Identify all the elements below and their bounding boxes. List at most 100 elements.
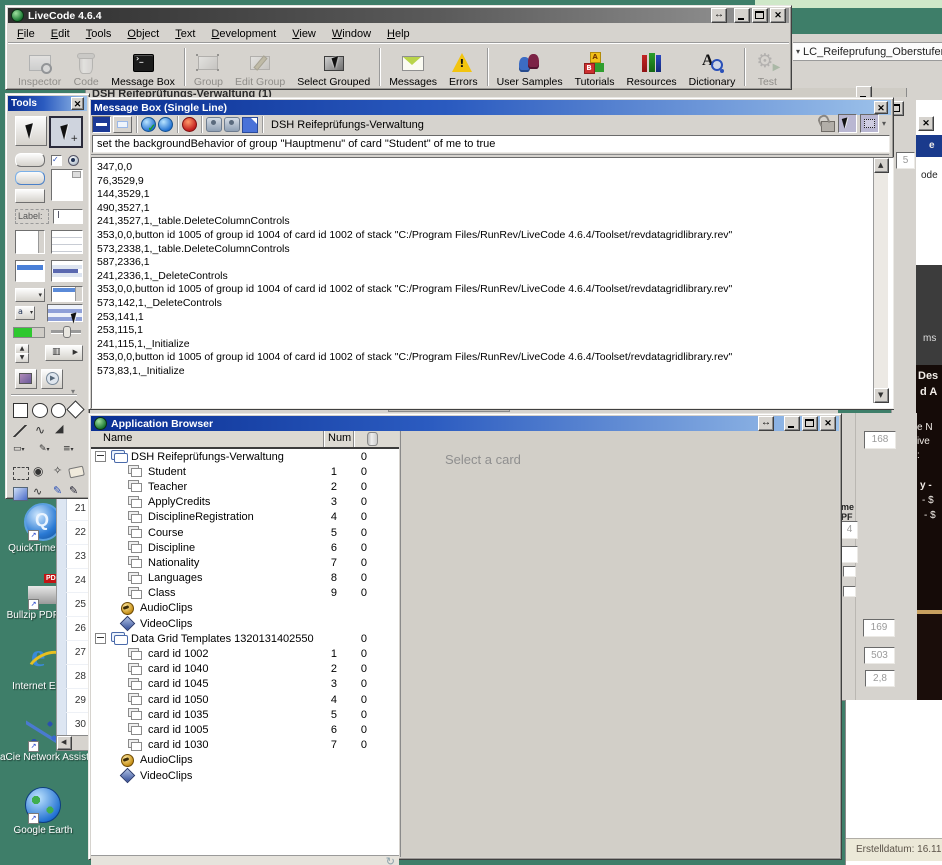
scroll-up-button[interactable]: ▲ (874, 158, 889, 173)
inspector-button[interactable]: Inspector (12, 47, 67, 88)
tree-row[interactable]: VideoClips (91, 768, 399, 783)
image-tool[interactable] (15, 369, 37, 389)
select-area-tool[interactable] (13, 467, 29, 480)
curve-tool[interactable]: ∿ (35, 424, 45, 436)
browse-tool-button[interactable] (15, 116, 47, 146)
tree-row[interactable]: card id 1030 7 0 (91, 738, 399, 753)
background-field-empty[interactable] (841, 546, 858, 563)
background-field-4[interactable]: 4 (841, 521, 858, 539)
checkbox-tool[interactable]: ✓ (51, 155, 62, 166)
close-button[interactable] (770, 8, 786, 23)
gradient-tool[interactable] (13, 487, 28, 501)
minimize-button[interactable] (784, 416, 800, 431)
tools-title-bar[interactable]: Tools (8, 96, 87, 111)
background-field-503[interactable]: 503 (864, 647, 895, 664)
note-icon[interactable] (242, 117, 258, 133)
pen-menu[interactable]: ✎▾ (39, 445, 50, 454)
tree-row[interactable]: VideoClips (91, 616, 399, 631)
polygon-tool[interactable] (66, 400, 84, 418)
globe-icon[interactable] (158, 117, 173, 132)
message-watcher-icon[interactable] (206, 117, 222, 132)
styled-list-tool[interactable] (51, 260, 83, 282)
menu-item[interactable]: Text (175, 28, 195, 40)
user-samples-button[interactable]: User Samples (491, 47, 569, 88)
message-log[interactable]: 347,0,0 76,3529,9 144,3529,1 490,3527,1 … (91, 157, 894, 409)
table-field-tool[interactable] (51, 230, 83, 254)
background-field-28[interactable]: 2,8 (865, 670, 895, 687)
curve-draw-tool[interactable]: ∿ (33, 486, 42, 497)
text-entry-tool[interactable]: I (53, 209, 83, 224)
scrolling-field-tool[interactable] (15, 230, 45, 254)
circle-tool[interactable] (51, 403, 66, 418)
scrollbar-tool[interactable] (47, 304, 83, 322)
stepper-tool[interactable]: ▲ ▼ (15, 344, 29, 362)
select-grouped-button[interactable]: Select Grouped (291, 47, 376, 88)
menu-tool[interactable]: a▾ (15, 306, 35, 320)
more-tools-arrow[interactable]: ▾ (71, 388, 75, 396)
resize-button[interactable] (758, 416, 774, 431)
multi-line-icon[interactable] (113, 116, 132, 133)
tree-row[interactable]: Student 1 0 (91, 464, 399, 479)
pendant-icon[interactable] (182, 117, 197, 132)
errors-button[interactable]: Errors (443, 47, 484, 88)
slider-tool[interactable] (51, 330, 81, 334)
marquee-icon[interactable] (860, 114, 879, 133)
globe-check-icon[interactable] (141, 117, 156, 132)
tree-row[interactable]: Languages 8 0 (91, 571, 399, 586)
command-input[interactable]: set the backgroundBehavior of group "Hau… (92, 135, 890, 153)
button-tool[interactable] (15, 153, 45, 167)
menu-item[interactable]: Tools (86, 28, 112, 40)
background-checkbox[interactable] (843, 566, 856, 577)
tree-row[interactable]: card id 1035 5 0 (91, 707, 399, 722)
tree-row[interactable]: card id 1005 6 0 (91, 722, 399, 737)
label-tool[interactable]: Label: (15, 209, 49, 224)
background-grid-hscroll[interactable]: ◀ (56, 735, 90, 751)
scroll-left-button[interactable]: ◀ (57, 736, 72, 750)
single-line-icon[interactable] (92, 116, 111, 133)
combo-box-tool[interactable] (51, 286, 83, 302)
eraser-tool[interactable] (68, 466, 85, 479)
menu-item[interactable]: Window (332, 28, 371, 40)
pencil-tool[interactable]: ✎ (53, 485, 62, 496)
tree-row[interactable]: Class 9 0 (91, 586, 399, 601)
option-menu-tool[interactable]: ▾ (15, 288, 45, 302)
bucket-tool[interactable]: ◉ (33, 465, 43, 477)
tree-row[interactable]: Nationality 7 0 (91, 555, 399, 570)
tree-row[interactable]: Course 5 0 (91, 525, 399, 540)
rect-tool[interactable] (13, 403, 28, 418)
close-button[interactable] (918, 116, 934, 131)
tree-row[interactable]: card id 1045 3 0 (91, 677, 399, 692)
pattern-menu[interactable]: ≡▾ (63, 445, 74, 454)
line-tool[interactable] (13, 425, 27, 437)
stack-selector-label[interactable]: DSH Reifeprüfungs-Verwaltung (271, 119, 424, 131)
menu-item[interactable]: File (17, 28, 35, 40)
field-tool[interactable] (51, 169, 83, 201)
script-column-icon[interactable] (367, 432, 378, 446)
main-title-bar[interactable]: LiveCode 4.6.4 (8, 8, 789, 23)
maximize-button[interactable] (752, 8, 768, 23)
tree-row[interactable]: AudioClips (91, 753, 399, 768)
pointer-mode-icon[interactable] (838, 114, 857, 133)
messages-button[interactable]: Messages (383, 47, 443, 88)
scroll-down-button[interactable]: ▼ (874, 388, 889, 403)
variable-watcher-icon[interactable] (224, 117, 240, 132)
menu-item[interactable]: Development (211, 28, 276, 40)
tutorials-button[interactable]: Tutorials (569, 47, 621, 88)
rect-button-tool[interactable] (15, 189, 45, 203)
resize-button[interactable] (711, 8, 727, 23)
maximize-button[interactable] (802, 416, 818, 431)
expand-collapse-box[interactable] (95, 633, 106, 644)
tree-row[interactable]: card id 1040 2 0 (91, 662, 399, 677)
refresh-icon[interactable]: ↻ (386, 856, 395, 865)
lock-icon[interactable] (821, 121, 835, 132)
close-button[interactable] (820, 416, 836, 431)
menu-item[interactable]: Help (387, 28, 410, 40)
close-button[interactable] (874, 101, 888, 114)
column-header-name[interactable]: Name (103, 432, 132, 444)
freehand-polygon-tool[interactable]: ◢ (55, 423, 63, 434)
progress-bar-tool[interactable] (13, 327, 45, 338)
code-button[interactable]: Code (67, 47, 105, 88)
minimize-button[interactable] (734, 8, 750, 23)
group-button[interactable]: Group (188, 47, 229, 88)
column-header-num[interactable]: Num (328, 432, 351, 444)
